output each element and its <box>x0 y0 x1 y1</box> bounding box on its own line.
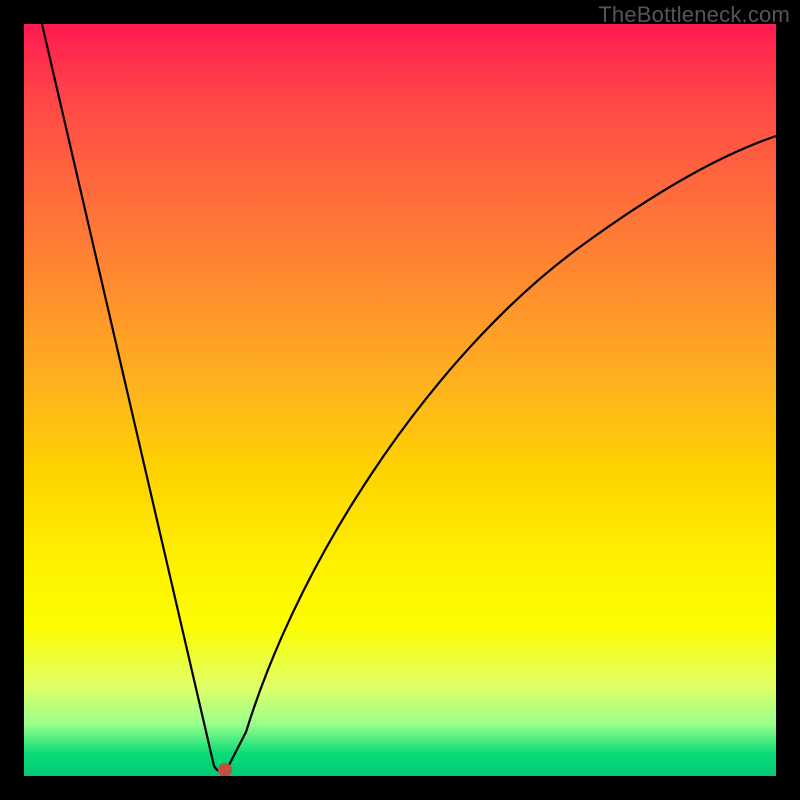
bottleneck-chart: TheBottleneck.com <box>0 0 800 800</box>
plot-area <box>24 24 776 776</box>
watermark-text: TheBottleneck.com <box>598 2 790 28</box>
curve-layer <box>24 24 776 776</box>
bottleneck-curve <box>42 24 776 771</box>
